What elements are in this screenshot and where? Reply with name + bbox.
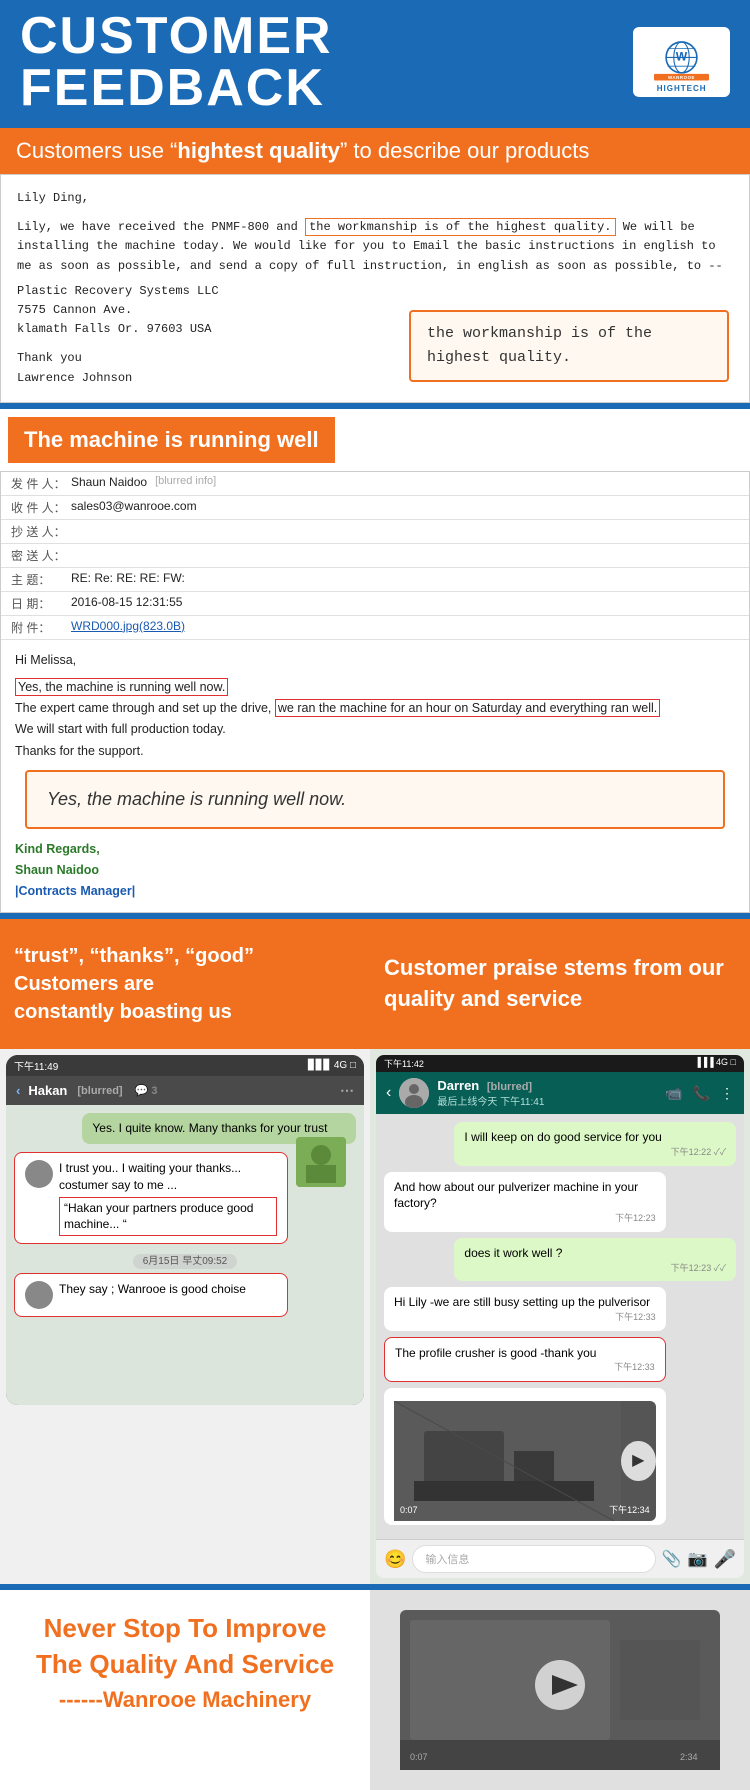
email-card-2: 发 件 人： Shaun Naidoo [blurred info] 收 件 人… xyxy=(0,471,750,914)
email-greeting: Lily Ding, xyxy=(17,189,733,208)
wa-back-icon[interactable]: ‹ xyxy=(386,1084,391,1102)
wa-input-bar: 😊 输入信息 📎 📷 🎤 xyxy=(376,1539,744,1578)
camera-icon[interactable]: 📷 xyxy=(688,1549,708,1569)
chat-columns: 下午11:49 ▊▊▊ 4G □ ‹ Hakan [blurred] 💬 3 ⋯… xyxy=(0,1049,750,1584)
mic-icon[interactable]: 🎤 xyxy=(714,1549,736,1570)
right-status-bar: 下午11:42 ▐▐▐ 4G □ xyxy=(376,1055,744,1072)
msg-date: 6月15日 早丈09:52 xyxy=(14,1252,356,1267)
svg-text:W: W xyxy=(676,50,688,64)
left-chat-phone: 下午11:49 ▊▊▊ 4G □ ‹ Hakan [blurred] 💬 3 ⋯… xyxy=(6,1055,364,1405)
avatar xyxy=(25,1160,53,1188)
wa-video-msg: ▶ 0:07 下午12:34 xyxy=(384,1388,666,1525)
wa-msg-3: does it work well ? 下午12:23 ✓✓ xyxy=(454,1238,736,1281)
wa-msg-4: Hi Lily -we are still busy setting up th… xyxy=(384,1287,666,1330)
callout-box-1: the workmanship is of the highest qualit… xyxy=(409,310,729,382)
svg-text:0:07: 0:07 xyxy=(410,1752,428,1762)
voice-call-icon[interactable]: 📞 xyxy=(693,1085,710,1102)
logo-box: W WANROOE HIGHTECH xyxy=(633,27,730,97)
banner-highlight: hightest quality xyxy=(177,138,340,163)
wa-avatar xyxy=(399,1078,429,1108)
email-body-2: Hi Melissa, Yes, the machine is running … xyxy=(1,640,749,913)
left-chat-messages: Yes. I quite know. Many thanks for your … xyxy=(6,1105,364,1405)
left-chat-header: ‹ Hakan [blurred] 💬 3 ⋯ xyxy=(6,1076,364,1105)
right-banner-text: Customer praise stems from our quality a… xyxy=(384,953,736,1015)
section2-banner: The machine is running well xyxy=(24,427,319,452)
play-icon[interactable]: ▶ xyxy=(621,1441,656,1481)
svg-text:2:34: 2:34 xyxy=(680,1752,698,1762)
callout-box-2: Yes, the machine is running well now. xyxy=(25,770,725,829)
section3-left-banner: “trust”, “thanks”, “good”Customers areco… xyxy=(0,919,370,1049)
email-company: Plastic Recovery Systems LLC xyxy=(17,282,733,301)
section-divider-1 xyxy=(0,403,750,409)
email-row-date: 日 期： 2016-08-15 12:31:55 xyxy=(1,592,749,616)
emoji-icon[interactable]: 😊 xyxy=(384,1549,406,1570)
more-options-icon[interactable]: ⋮ xyxy=(720,1085,734,1102)
msg-sent-1: Yes. I quite know. Many thanks for your … xyxy=(82,1113,356,1144)
email-highlight-text: the workmanship is of the highest qualit… xyxy=(305,218,615,236)
bottom-right-continuation: 0:07 2:34 xyxy=(370,1590,750,1790)
wa-msg-5: The profile crusher is good -thank you 下… xyxy=(384,1337,666,1382)
attachment-icon[interactable]: 📎 xyxy=(662,1549,682,1569)
right-chat-section: 下午11:42 ▐▐▐ 4G □ ‹ Darren [blurred] 最后上线… xyxy=(370,1049,750,1584)
section1-banner: Customers use “hightest quality” to desc… xyxy=(0,128,750,174)
wa-input-field[interactable]: 输入信息 xyxy=(412,1545,655,1573)
left-status-bar: 下午11:49 ▊▊▊ 4G □ xyxy=(6,1055,364,1076)
back-icon[interactable]: ‹ xyxy=(16,1083,20,1098)
svg-text:WANROOE: WANROOE xyxy=(668,75,695,80)
bottom-title-2: The Quality And Service xyxy=(20,1646,350,1682)
page-header: CUSTOMER FEEDBACK W WANROOE HIGHTECH xyxy=(0,0,750,124)
msg-received-2: They say ; Wanrooe is good choise xyxy=(14,1273,288,1317)
email-row-from: 发 件 人： Shaun Naidoo [blurred info] xyxy=(1,472,749,496)
bottom-title-1: Never Stop To Improve xyxy=(20,1610,350,1646)
logo-icon: W WANROOE xyxy=(654,31,709,86)
email-row-cc: 抄 送 人： xyxy=(1,520,749,544)
email-body: Lily, we have received the PNMF-800 and … xyxy=(17,218,733,276)
right-chat-phone: 下午11:42 ▐▐▐ 4G □ ‹ Darren [blurred] 最后上线… xyxy=(376,1055,744,1578)
contact-name: Hakan xyxy=(28,1083,67,1098)
avatar-2 xyxy=(25,1281,53,1309)
machine-highlight-2: we ran the machine for an hour on Saturd… xyxy=(275,699,660,717)
right-chat-header: ‹ Darren [blurred] 最后上线今天 下午11:41 📹 📞 ⋮ xyxy=(376,1072,744,1114)
wa-msg-2: And how about our pulverizer machine in … xyxy=(384,1172,666,1232)
left-chat-section: 下午11:49 ▊▊▊ 4G □ ‹ Hakan [blurred] 💬 3 ⋯… xyxy=(0,1049,370,1584)
video-call-icon[interactable]: 📹 xyxy=(665,1085,682,1102)
email-row-attach: 附 件： WRD000.jpg(823.0B) xyxy=(1,616,749,640)
two-col-banners: “trust”, “thanks”, “good”Customers areco… xyxy=(0,919,750,1049)
bottom-title-3: ------Wanrooe Machinery xyxy=(20,1687,350,1713)
email-card-1: Lily Ding, Lily, we have received the PN… xyxy=(0,174,750,403)
page-title: CUSTOMER FEEDBACK xyxy=(20,10,633,114)
bottom-section: Never Stop To Improve The Quality And Se… xyxy=(0,1590,750,1790)
machine-highlight-1: Yes, the machine is running well now. xyxy=(15,678,228,696)
email-row-subject: 主 题： RE: Re: RE: RE: FW: xyxy=(1,568,749,592)
thumbnail xyxy=(296,1137,346,1187)
bottom-left: Never Stop To Improve The Quality And Se… xyxy=(0,1590,370,1790)
video-thumbnail[interactable]: ▶ 0:07 下午12:34 xyxy=(394,1401,656,1521)
right-chat-messages: I will keep on do good service for you 下… xyxy=(376,1114,744,1539)
menu-icon[interactable]: ⋯ xyxy=(340,1082,354,1099)
msg-received-1: I trust you.. I waiting your thanks... c… xyxy=(14,1152,288,1244)
section3-right-banner: Customer praise stems from our quality a… xyxy=(370,919,750,1049)
section2-banner-wrapper: The machine is running well xyxy=(8,417,335,463)
email-row-bcc: 密 送 人： xyxy=(1,544,749,568)
wa-msg-1: I will keep on do good service for you 下… xyxy=(454,1122,736,1165)
email-row-to: 收 件 人： sales03@wanrooe.com xyxy=(1,496,749,520)
